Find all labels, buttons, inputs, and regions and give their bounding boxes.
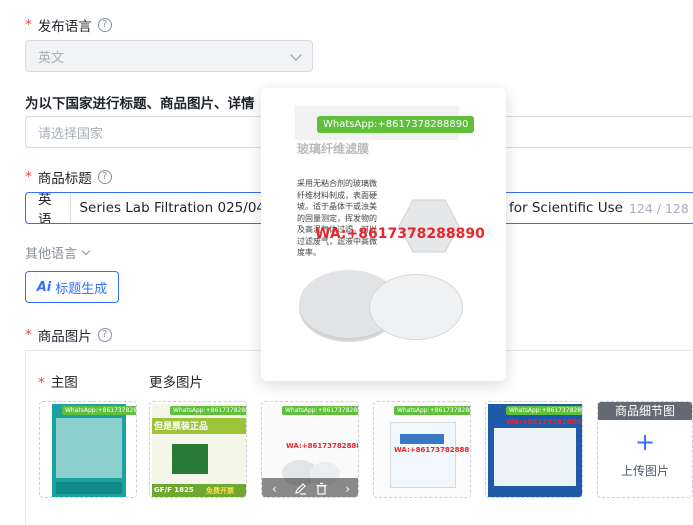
wa-overlay: WA:+8617378288890 — [506, 418, 583, 426]
chevron-down-icon — [81, 246, 91, 256]
title-value-right: for Scientific Use — [509, 200, 623, 216]
publish-language-select[interactable]: 英文 — [25, 40, 313, 72]
detail-image-upload[interactable]: 商品细节图 + 上传图片 — [597, 401, 693, 498]
thumb-bottom-left: GF/F 1825 — [154, 486, 194, 494]
other-language-toggle[interactable]: 其他语言 — [25, 243, 91, 262]
image-thumb-3[interactable]: WhatsApp:+8617378288890 WA:+861737828889… — [261, 401, 359, 498]
product-title-input-right[interactable]: for Scientific Use 124 / 128 — [505, 192, 693, 224]
main-image-label: * 主图 — [38, 375, 78, 391]
whatsapp-tag: WhatsApp:+8617378288890 — [62, 406, 136, 415]
help-icon[interactable]: ? — [97, 328, 112, 342]
thumb-action-bar: ‹ › — [262, 478, 358, 497]
thumb-banner: 但是票装正品 — [154, 422, 209, 432]
title-generate-button[interactable]: Ai 标题生成 — [25, 271, 119, 303]
filter-disc — [369, 274, 463, 340]
chevron-left-icon[interactable]: ‹ — [272, 482, 277, 496]
country-select-right[interactable] — [505, 116, 693, 148]
whatsapp-tag: WhatsApp:+8617378288890 — [282, 406, 358, 415]
plus-icon: + — [634, 428, 656, 456]
publish-language-value: 英文 — [38, 50, 65, 66]
image-thumb-4[interactable]: WhatsApp:+8617378288890 WA:+861737828889… — [373, 401, 471, 498]
image-thumb-main[interactable]: WhatsApp:+8617378288890 — [39, 401, 137, 498]
wa-overlay: WA:+8617378288890 — [394, 446, 471, 454]
whatsapp-tag: WhatsApp:+8617378288890 — [170, 406, 246, 415]
detail-image-header: 商品细节图 — [598, 402, 692, 420]
upload-label: 上传图片 — [620, 464, 669, 478]
thumb-image — [152, 404, 246, 497]
popup-description: 采用无粘合剂的玻璃微纤维材料制成，表面硬坡。适于晶体干或浊美的固量测定，挥发物的… — [297, 179, 377, 257]
image-thumb-5[interactable]: WhatsApp:+8617378288890 WA:+861737828889… — [485, 401, 583, 498]
thumb-bottom-right: 免费开票 — [206, 487, 234, 495]
help-icon[interactable]: ? — [97, 18, 112, 32]
image-thumb-2[interactable]: WhatsApp:+8617378288890 但是票装正品 GF/F 1825… — [149, 401, 247, 498]
help-icon[interactable]: ? — [97, 170, 112, 184]
product-images-label: * 商品图片 ? — [25, 325, 112, 345]
title-char-counter: 124 / 128 — [628, 200, 689, 216]
country-section-label: 为以下国家进行标题、商品图片、详情 — [25, 96, 255, 112]
popup-heading: 玻璃纤维滤膜 — [297, 142, 370, 154]
country-placeholder: 请选择国家 — [38, 126, 104, 142]
image-preview-popup: WhatsApp:+8617378288890 玻璃纤维滤膜 采用无粘合剂的玻璃… — [261, 88, 506, 381]
product-title-label: * 商品标题 ? — [25, 167, 112, 187]
ai-icon: Ai — [36, 279, 52, 295]
chevron-down-icon — [290, 49, 302, 61]
chevron-right-icon[interactable]: › — [345, 482, 350, 496]
whatsapp-tag: WhatsApp:+8617378288890 — [317, 116, 475, 133]
whatsapp-tag: WhatsApp:+8617378288890 — [394, 406, 470, 415]
country-select[interactable]: 请选择国家 — [25, 116, 265, 148]
whatsapp-tag: WhatsApp:+8617378288890 — [506, 406, 582, 415]
wa-overlay: WA:+8617378288890 — [315, 226, 485, 242]
title-value-left: Series Lab Filtration 025/04 — [79, 200, 265, 216]
publish-language-label: * 发布语言 ? — [25, 15, 112, 35]
more-images-label: 更多图片 — [149, 375, 203, 391]
delete-icon[interactable] — [315, 482, 328, 495]
product-title-input-left[interactable]: 英语 Series Lab Filtration 025/04 — [25, 192, 265, 224]
title-lang-tag: 英语 — [26, 193, 72, 223]
thumb-image — [52, 404, 126, 497]
edit-icon[interactable] — [294, 482, 307, 495]
wa-overlay: WA:+8617378288890 — [286, 442, 358, 450]
